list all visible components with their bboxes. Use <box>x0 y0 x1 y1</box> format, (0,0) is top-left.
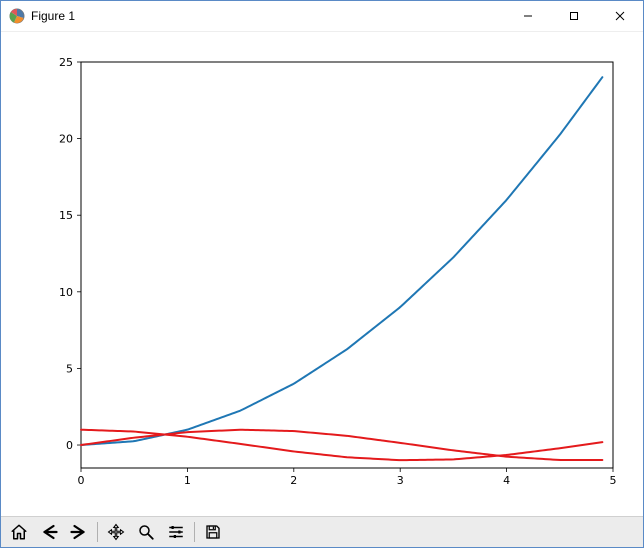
forward-icon <box>70 523 88 541</box>
plot-svg: 0 1 2 3 4 5 0 5 10 15 20 25 <box>1 32 643 516</box>
toolbar-separator <box>97 522 98 542</box>
x-tick-label: 3 <box>397 474 404 487</box>
maximize-icon <box>569 11 579 21</box>
home-icon <box>10 523 28 541</box>
pan-icon <box>107 523 125 541</box>
configure-icon <box>167 523 185 541</box>
window-buttons <box>505 1 643 31</box>
home-button[interactable] <box>5 519 33 545</box>
titlebar: Figure 1 <box>1 1 643 32</box>
back-icon <box>40 523 58 541</box>
minimize-icon <box>523 11 533 21</box>
nav-toolbar <box>1 516 643 547</box>
window-title: Figure 1 <box>31 9 505 23</box>
matplotlib-app-icon <box>9 8 25 24</box>
series-x^2 <box>81 77 602 445</box>
zoom-button[interactable] <box>132 519 160 545</box>
y-tick-label: 0 <box>66 439 73 452</box>
save-button[interactable] <box>199 519 227 545</box>
close-icon <box>615 11 625 21</box>
back-button[interactable] <box>35 519 63 545</box>
zoom-icon <box>137 523 155 541</box>
x-tick-label: 5 <box>610 474 617 487</box>
x-tick-label: 2 <box>290 474 297 487</box>
close-button[interactable] <box>597 1 643 31</box>
y-tick-label: 15 <box>59 209 73 222</box>
x-tick-label: 4 <box>503 474 510 487</box>
y-tick-label: 20 <box>59 133 73 146</box>
plot-canvas[interactable]: 0 1 2 3 4 5 0 5 10 15 20 25 <box>1 32 643 516</box>
x-tick-label: 0 <box>78 474 85 487</box>
toolbar-separator <box>194 522 195 542</box>
figure-window: Figure 1 0 1 2 3 4 5 0 5 10 15 20 25 <box>0 0 644 548</box>
configure-subplots-button[interactable] <box>162 519 190 545</box>
series-cos(x) <box>81 430 602 460</box>
forward-button[interactable] <box>65 519 93 545</box>
x-tick-label: 1 <box>184 474 191 487</box>
save-icon <box>204 523 222 541</box>
y-tick-label: 5 <box>66 362 73 375</box>
pan-button[interactable] <box>102 519 130 545</box>
minimize-button[interactable] <box>505 1 551 31</box>
axes-frame <box>81 62 613 468</box>
maximize-button[interactable] <box>551 1 597 31</box>
y-tick-label: 10 <box>59 286 73 299</box>
y-tick-label: 25 <box>59 56 73 69</box>
